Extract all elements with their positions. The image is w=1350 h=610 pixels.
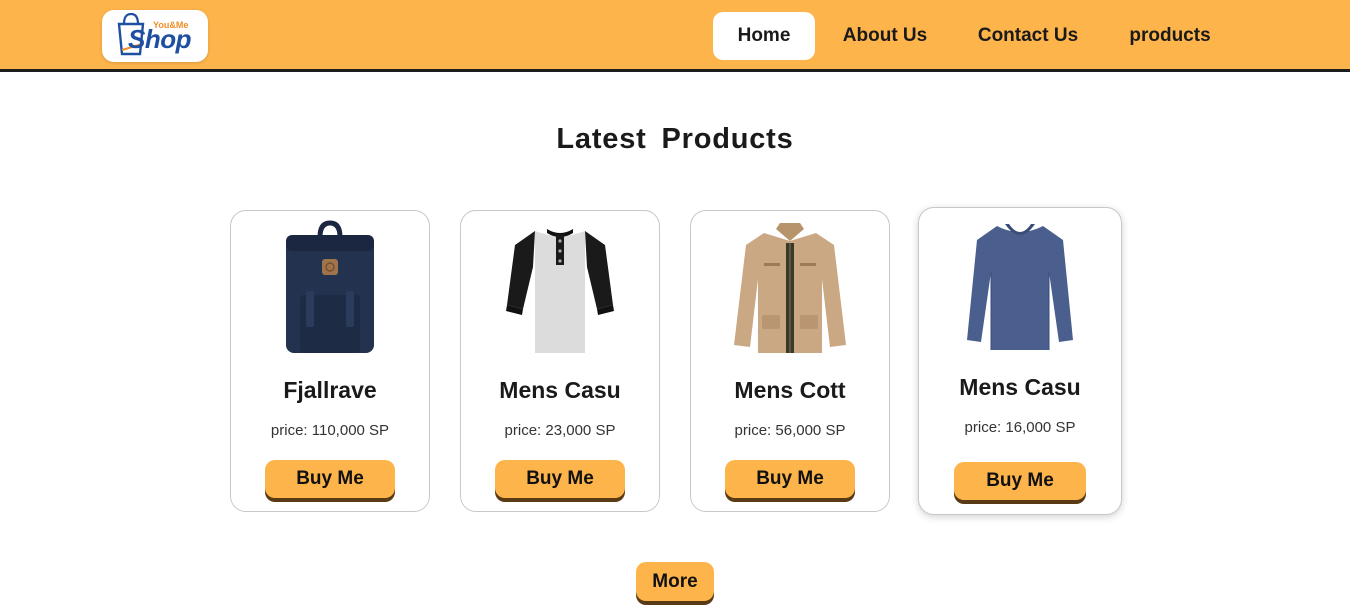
tshirt-icon — [506, 229, 614, 353]
product-card-2[interactable]: Mens Casu price: 23,000 SP Buy Me — [460, 210, 660, 512]
product-title: Fjallrave — [283, 377, 377, 403]
logo-wordmark: Shop — [128, 24, 192, 54]
jacket-icon — [734, 223, 846, 353]
product-card-1[interactable]: Fjallrave price: 110,000 SP Buy Me — [230, 210, 430, 512]
section-title: Latest Products — [556, 123, 794, 155]
product-title: Mens Cott — [734, 377, 846, 403]
product-image — [919, 216, 1121, 360]
backpack-icon — [286, 220, 374, 353]
product-price: price: 16,000 SP — [964, 419, 1076, 436]
long-sleeve-shirt-icon — [967, 224, 1073, 350]
nav-home[interactable]: Home — [713, 12, 815, 60]
buy-me-button[interactable]: Buy Me — [265, 460, 395, 498]
navbar: You&Me Shop Home About Us Contact Us pro… — [0, 0, 1350, 72]
product-image — [691, 219, 889, 363]
buy-me-button[interactable]: Buy Me — [725, 460, 855, 498]
nav-about-us[interactable]: About Us — [830, 12, 940, 60]
shop-logo[interactable]: You&Me Shop — [102, 10, 208, 62]
product-price: price: 56,000 SP — [734, 422, 846, 439]
buy-me-button[interactable]: Buy Me — [495, 460, 625, 498]
nav-contact-us[interactable]: Contact Us — [966, 12, 1090, 60]
product-card-3[interactable]: Mens Cott price: 56,000 SP Buy Me — [690, 210, 890, 512]
buy-me-button[interactable]: Buy Me — [954, 462, 1086, 500]
nav-products[interactable]: products — [1118, 12, 1222, 60]
more-button[interactable]: More — [636, 562, 714, 601]
product-price: price: 110,000 SP — [270, 422, 390, 439]
product-image — [231, 219, 429, 363]
product-title: Mens Casu — [959, 374, 1081, 400]
product-price: price: 23,000 SP — [504, 422, 616, 439]
product-card-4[interactable]: Mens Casu price: 16,000 SP Buy Me — [918, 207, 1122, 515]
product-title: Mens Casu — [499, 377, 621, 403]
product-image — [461, 219, 659, 363]
